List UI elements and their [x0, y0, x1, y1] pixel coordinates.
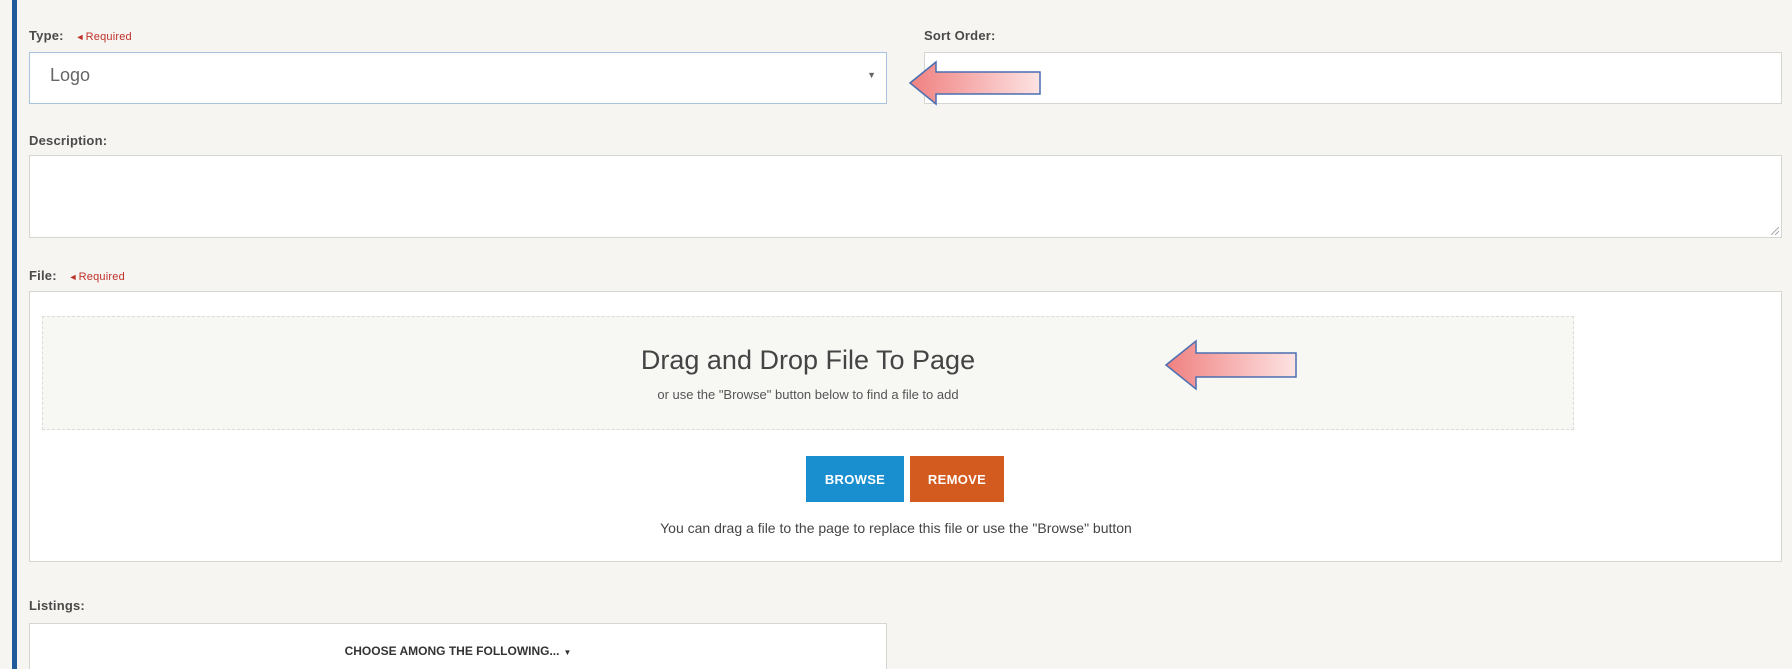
type-select[interactable]: Logo ▼	[29, 52, 887, 104]
remove-button[interactable]: REMOVE	[910, 456, 1004, 502]
chevron-down-icon: ▼	[867, 70, 876, 80]
drop-zone-title: Drag and Drop File To Page	[640, 345, 976, 375]
listings-label: Listings:	[29, 598, 85, 613]
file-required-indicator: ◄Required	[68, 271, 125, 283]
file-drop-zone[interactable]: Drag and Drop File To Page or use the "B…	[42, 316, 1574, 430]
description-textarea[interactable]	[29, 155, 1782, 238]
left-accent-bar	[12, 0, 17, 669]
listings-dropdown-label: CHOOSE AMONG THE FOLLOWING... ▼	[344, 644, 572, 658]
required-marker-icon: ◄	[68, 272, 78, 282]
resize-grip-icon[interactable]	[1771, 227, 1779, 235]
drop-zone-subtitle: or use the "Browse" button below to find…	[657, 387, 959, 402]
browse-button[interactable]: BROWSE	[806, 456, 904, 502]
type-label: Type: ◄Required	[29, 28, 132, 43]
listings-dropdown[interactable]: CHOOSE AMONG THE FOLLOWING... ▼	[29, 623, 887, 669]
caret-down-icon: ▼	[563, 648, 572, 657]
type-required-indicator: ◄Required	[75, 31, 132, 43]
required-marker-icon: ◄	[75, 32, 85, 42]
sort-order-label: Sort Order:	[924, 28, 996, 43]
left-arrow-icon	[908, 60, 1041, 106]
type-select-value: Logo	[50, 65, 91, 85]
description-label: Description:	[29, 133, 108, 148]
sort-order-input[interactable]	[924, 52, 1782, 104]
file-help-text: You can drag a file to the page to repla…	[660, 520, 1132, 536]
left-arrow-icon	[1164, 339, 1297, 391]
file-label: File: ◄Required	[29, 268, 125, 283]
